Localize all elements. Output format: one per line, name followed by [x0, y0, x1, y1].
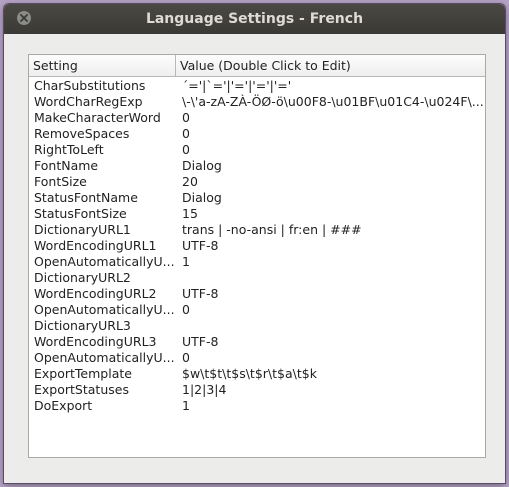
close-icon: [20, 14, 28, 22]
setting-value-cell[interactable]: 1: [176, 398, 485, 414]
table-row[interactable]: WordEncodingURL3 UTF-8: [29, 334, 485, 350]
title-bar[interactable]: Language Settings - French: [4, 4, 505, 34]
setting-name-cell: DictionaryURL2: [34, 270, 131, 285]
table-row[interactable]: FontName Dialog: [29, 158, 485, 174]
column-header-value[interactable]: Value (Double Click to Edit): [176, 55, 485, 76]
setting-name-cell: ExportTemplate: [34, 366, 132, 381]
table-row[interactable]: StatusFontName Dialog: [29, 190, 485, 206]
setting-value-cell[interactable]: 20: [176, 174, 485, 190]
close-button[interactable]: [17, 11, 31, 25]
setting-value-cell[interactable]: UTF-8: [176, 286, 485, 302]
table-row[interactable]: OpenAutomaticallyU... 0: [29, 350, 485, 366]
setting-value-cell[interactable]: 0: [176, 126, 485, 142]
table-row[interactable]: DictionaryURL1 trans | -no-ansi | fr:en |…: [29, 222, 485, 238]
setting-name-cell: DoExport: [34, 398, 93, 413]
table-row[interactable]: StatusFontSize 15: [29, 206, 485, 222]
table-header: Setting Value (Double Click to Edit): [29, 55, 485, 77]
column-header-setting[interactable]: Setting: [29, 55, 176, 76]
setting-name-cell: DictionaryURL3: [34, 318, 131, 333]
setting-value-cell[interactable]: \-\'a-zA-ZÀ-ÖØ-ö\u00F8-\u01BF\u01C4-\u02…: [176, 94, 485, 110]
setting-value-cell[interactable]: [176, 318, 485, 334]
setting-value-cell[interactable]: UTF-8: [176, 238, 485, 254]
setting-name-cell: WordEncodingURL2: [34, 286, 157, 301]
table-row[interactable]: WordEncodingURL2 UTF-8: [29, 286, 485, 302]
setting-name-cell: WordEncodingURL3: [34, 334, 157, 349]
table-row[interactable]: OpenAutomaticallyU... 1: [29, 254, 485, 270]
table-row[interactable]: DictionaryURL3: [29, 318, 485, 334]
table-body: CharSubstitutions ´='|`='|'='|'='|'=' Word…: [29, 78, 485, 414]
table-row[interactable]: DictionaryURL2: [29, 270, 485, 286]
setting-value-cell[interactable]: 0: [176, 142, 485, 158]
table-row[interactable]: RightToLeft 0: [29, 142, 485, 158]
table-row[interactable]: RemoveSpaces 0: [29, 126, 485, 142]
setting-name-cell: MakeCharacterWord: [34, 110, 161, 125]
setting-value-cell[interactable]: Dialog: [176, 190, 485, 206]
setting-name-cell: OpenAutomaticallyU...: [34, 302, 175, 317]
setting-name-cell: WordEncodingURL1: [34, 238, 157, 253]
setting-value-cell[interactable]: 0: [176, 110, 485, 126]
setting-value-cell[interactable]: Dialog: [176, 158, 485, 174]
table-row[interactable]: FontSize 20: [29, 174, 485, 190]
setting-value-cell[interactable]: ´='|`='|'='|'='|'=': [176, 78, 485, 94]
table-row[interactable]: ExportTemplate $w\t$t\t$s\t$r\t$a\t$k: [29, 366, 485, 382]
setting-value-cell[interactable]: 1: [176, 254, 485, 270]
setting-name-cell: FontName: [34, 158, 99, 173]
setting-name-cell: StatusFontName: [34, 190, 138, 205]
setting-name-cell: FontSize: [34, 174, 87, 189]
window-title: Language Settings - French: [145, 11, 364, 27]
setting-name-cell: RightToLeft: [34, 142, 104, 157]
settings-table: Setting Value (Double Click to Edit) Cha…: [28, 54, 486, 458]
language-settings-window: Language Settings - French Setting Value…: [4, 4, 505, 483]
setting-name-cell: ExportStatuses: [34, 382, 129, 397]
setting-value-cell[interactable]: UTF-8: [176, 334, 485, 350]
setting-name-cell: DictionaryURL1: [34, 222, 131, 237]
setting-value-cell[interactable]: trans | -no-ansi | fr:en | ###: [176, 222, 485, 238]
setting-value-cell[interactable]: 0: [176, 302, 485, 318]
table-row[interactable]: CharSubstitutions ´='|`='|'='|'='|'=': [29, 78, 485, 94]
setting-name-cell: StatusFontSize: [34, 206, 127, 221]
setting-value-cell[interactable]: 15: [176, 206, 485, 222]
table-row[interactable]: MakeCharacterWord 0: [29, 110, 485, 126]
setting-name-cell: OpenAutomaticallyU...: [34, 350, 175, 365]
setting-name-cell: RemoveSpaces: [34, 126, 130, 141]
setting-name-cell: WordCharRegExp: [34, 94, 143, 109]
table-row[interactable]: WordCharRegExp \-\'a-zA-ZÀ-ÖØ-ö\u00F8-\u0…: [29, 94, 485, 110]
setting-name-cell: OpenAutomaticallyU...: [34, 254, 175, 269]
table-row[interactable]: ExportStatuses 1|2|3|4: [29, 382, 485, 398]
setting-name-cell: CharSubstitutions: [34, 78, 146, 93]
table-row[interactable]: DoExport 1: [29, 398, 485, 414]
setting-value-cell[interactable]: 0: [176, 350, 485, 366]
table-row[interactable]: WordEncodingURL1 UTF-8: [29, 238, 485, 254]
setting-value-cell[interactable]: 1|2|3|4: [176, 382, 485, 398]
setting-value-cell[interactable]: [176, 270, 485, 286]
table-row[interactable]: OpenAutomaticallyU... 0: [29, 302, 485, 318]
setting-value-cell[interactable]: $w\t$t\t$s\t$r\t$a\t$k: [176, 366, 485, 382]
